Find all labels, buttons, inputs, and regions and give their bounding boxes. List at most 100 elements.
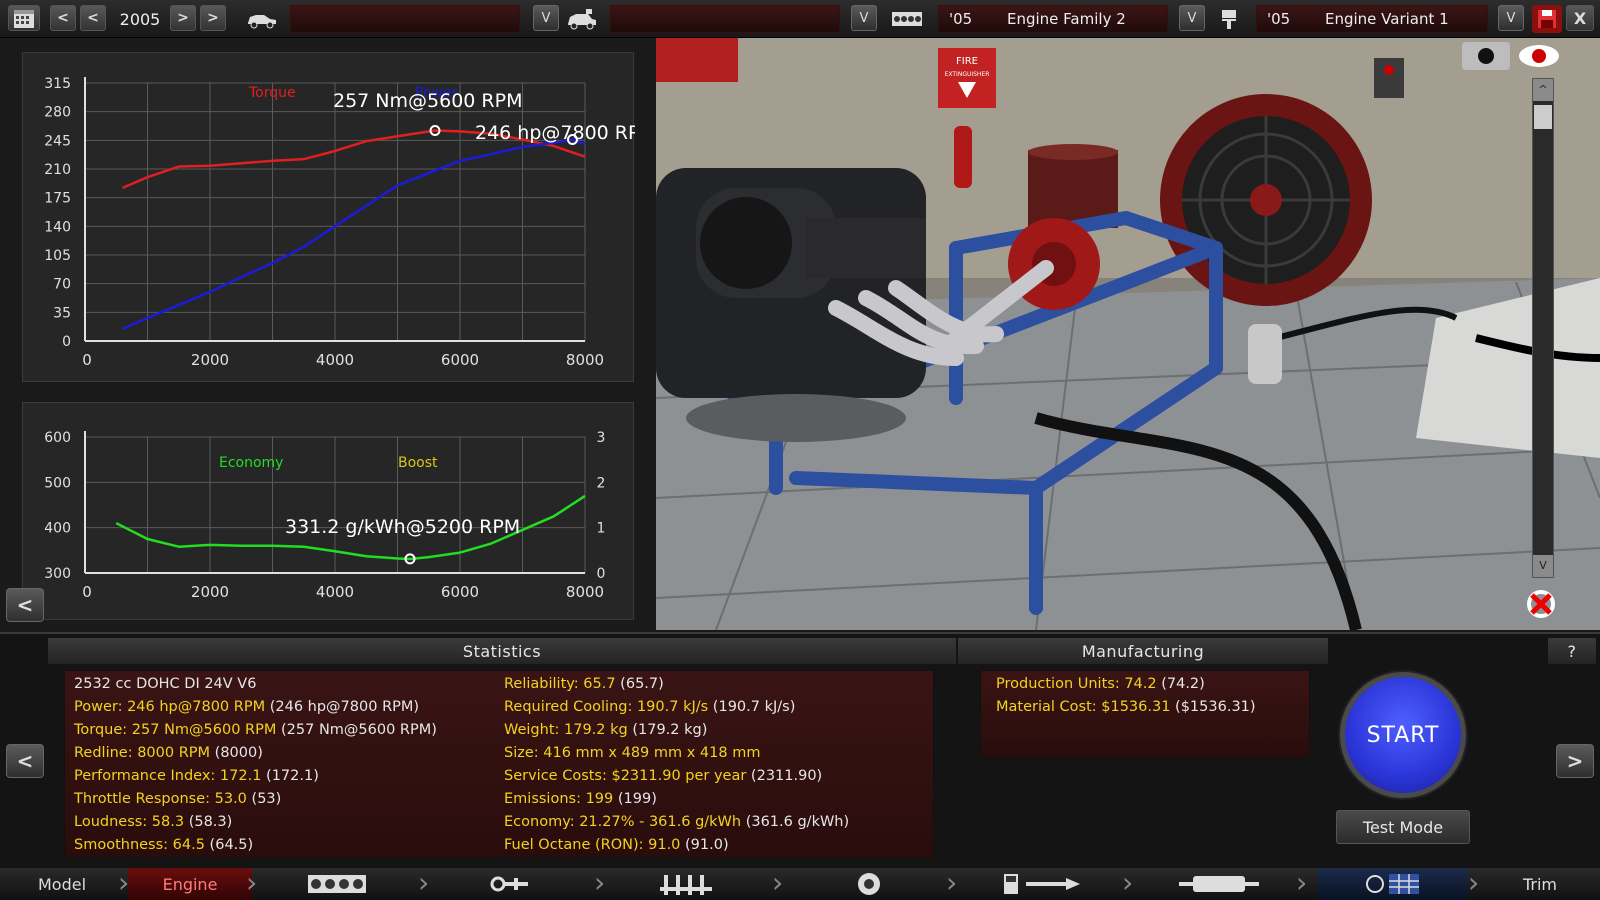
camshaft-icon [490, 876, 528, 892]
stat-right-previous: (179.2 kg) [627, 722, 708, 738]
top-toolbar: < < 2005 > > V V '05 Engine Family 2 V '… [0, 0, 1600, 38]
stat-left-row: Loudness: 58.3 (58.3) [74, 814, 232, 830]
record-icon [1478, 48, 1494, 64]
designer-nav-bar: Model › Engine › › › › › › › › Trim [0, 868, 1600, 900]
stat-left-value: Throttle Response: 53.0 [74, 791, 247, 807]
view-toggle-button[interactable] [1514, 40, 1564, 72]
year-forward-far-button[interactable]: > [200, 5, 226, 31]
year-back-far-button[interactable]: < [50, 5, 76, 31]
test-mode-button[interactable]: Test Mode [1336, 810, 1470, 844]
nav-tab-engine[interactable]: Engine [128, 868, 252, 900]
stat-right-value: Weight: 179.2 kg [504, 722, 628, 738]
collapse-charts-button[interactable]: < [6, 588, 44, 622]
engine-variant-dropdown[interactable]: '05 Engine Variant 1 [1256, 5, 1488, 33]
y-tick-label: 105 [44, 248, 71, 264]
x-tick-label: 0 [82, 583, 92, 601]
nav-chevron: › [772, 866, 784, 899]
stat-right-row: Size: 416 mm x 489 mm x 418 mm [504, 745, 760, 761]
fuel-pump-icon [1004, 874, 1080, 894]
y2-tick-label: 0 [597, 566, 606, 582]
y-tick-label: 500 [44, 475, 71, 491]
engine-test-bench-scene: FIRE EXTINGUISHER [656, 38, 1600, 630]
engine-family-dropdown-arrow[interactable]: V [1179, 5, 1205, 31]
car-model-icon [244, 5, 280, 33]
nav-chevron: › [1296, 866, 1308, 899]
nav-tab-model[interactable]: Model [0, 868, 124, 900]
stat-left-previous: (246 hp@7800 RPM) [265, 699, 420, 715]
stat-right-previous: (190.7 kJ/s) [708, 699, 796, 715]
prev-section-button[interactable]: < [6, 744, 44, 778]
x-axis-ticks: 0 2000 4000 6000 8000 [82, 351, 604, 369]
stat-right-row: Service Costs: $2311.90 per year (2311.9… [504, 768, 822, 784]
save-icon[interactable] [1532, 5, 1562, 33]
nav-tab-aspiration[interactable] [616, 868, 756, 900]
nav-tab-trim[interactable]: Trim [1484, 868, 1596, 900]
nav-tab-fuel-system[interactable] [966, 868, 1116, 900]
start-test-button[interactable]: START [1340, 672, 1466, 798]
trim-dropdown[interactable] [610, 5, 840, 33]
y2-tick-label: 3 [597, 430, 606, 446]
calendar-icon[interactable] [8, 5, 40, 31]
y2-tick-label: 1 [597, 521, 606, 537]
y-tick-label: 280 [44, 105, 71, 121]
x-tick-label: 0 [82, 351, 92, 369]
year-forward-button[interactable]: > [170, 5, 196, 31]
engine-block-icon [308, 875, 366, 893]
piston-icon [1215, 5, 1243, 33]
year-back-button[interactable]: < [80, 5, 106, 31]
zoom-down-arrow[interactable]: V [1533, 555, 1553, 577]
stat-right-previous: (361.6 g/kWh) [741, 814, 850, 830]
zoom-scrollbar[interactable]: ^ V [1532, 78, 1554, 578]
help-button[interactable]: ? [1548, 638, 1596, 664]
manufacturing-value: Production Units: 74.2 [996, 676, 1157, 692]
legend-economy: Economy [219, 455, 283, 471]
stat-left-value: Loudness: 58.3 [74, 814, 185, 830]
zoom-thumb[interactable] [1534, 105, 1552, 129]
close-icon[interactable]: X [1566, 5, 1594, 31]
record-button[interactable] [1462, 42, 1510, 70]
stat-right-previous: (65.7) [615, 676, 664, 692]
stat-left-previous: (64.5) [204, 837, 254, 853]
nav-tab-top-end[interactable] [440, 868, 580, 900]
start-label: START [1366, 722, 1440, 748]
statistics-header: Statistics [48, 638, 956, 664]
nav-tab-exhaust[interactable] [1144, 868, 1294, 900]
stat-right-row: Reliability: 65.7 (65.7) [504, 676, 664, 692]
model-dropdown-arrow[interactable]: V [533, 5, 559, 31]
x-tick-label: 4000 [316, 583, 354, 601]
y-axis-ticks: 300 400 500 600 [44, 430, 71, 582]
camera-light [1384, 65, 1394, 75]
manufacturing-row: Production Units: 74.2 (74.2) [996, 676, 1205, 692]
y-tick-label: 600 [44, 430, 71, 446]
stat-left-value: Redline: 8000 RPM [74, 745, 211, 761]
y-tick-label: 245 [44, 133, 71, 149]
manufacturing-row: Material Cost: $1536.31 ($1536.31) [996, 699, 1256, 715]
nav-tab-bottom-end[interactable] [262, 868, 412, 900]
y-tick-label: 35 [53, 305, 71, 321]
trim-dropdown-arrow[interactable]: V [851, 5, 877, 31]
y-tick-label: 210 [44, 162, 71, 178]
next-section-button[interactable]: > [1556, 744, 1594, 778]
nav-tab-fuel[interactable] [794, 868, 944, 900]
y-axis-ticks: 0 35 70 105 140 175 210 245 280 315 [44, 76, 71, 350]
engine-variant-year: '05 [1267, 10, 1291, 28]
stat-right-previous: (199) [613, 791, 657, 807]
y-tick-label: 300 [44, 566, 71, 582]
stat-left-previous: (172.1) [261, 768, 319, 784]
model-dropdown[interactable] [290, 5, 520, 33]
stat-right-row: Required Cooling: 190.7 kJ/s (190.7 kJ/s… [504, 699, 795, 715]
peak-label: 257 Nm@5600 RPM [333, 90, 522, 112]
fan-hub [1250, 184, 1282, 216]
stat-left-row: Redline: 8000 RPM (8000) [74, 745, 263, 761]
engine-3d-viewport[interactable]: FIRE EXTINGUISHER ^ V [656, 38, 1600, 630]
nav-chevron: › [1122, 866, 1134, 899]
nav-tab-engine-test[interactable] [1318, 868, 1468, 900]
nav-chevron: › [1468, 866, 1480, 899]
engine-variant-dropdown-arrow[interactable]: V [1498, 5, 1524, 31]
x-tick-label: 8000 [566, 351, 604, 369]
stat-right-row: Emissions: 199 (199) [504, 791, 657, 807]
engine-family-dropdown[interactable]: '05 Engine Family 2 [938, 5, 1168, 33]
zoom-up-arrow[interactable]: ^ [1533, 79, 1553, 101]
camera-reset-button[interactable] [1518, 586, 1564, 622]
y-tick-label: 175 [44, 191, 71, 207]
